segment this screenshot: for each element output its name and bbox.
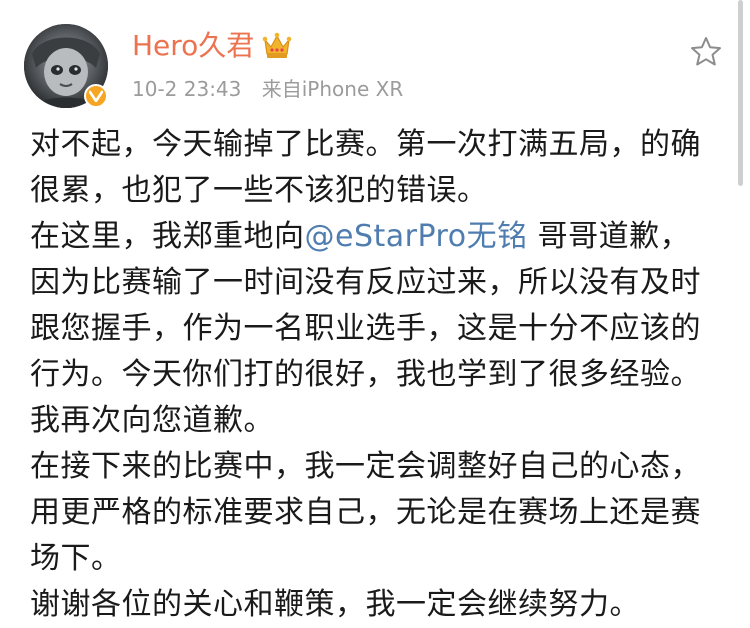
paragraph-2-before: 在这里，我郑重地向: [30, 219, 305, 254]
scrollbar[interactable]: [738, 0, 743, 186]
paragraph-3: 在接下来的比赛中，我一定会调整好自己的心态，用更严格的标准要求自己，无论是在赛场…: [30, 449, 701, 576]
post-time: 10-2 23:43: [132, 77, 242, 101]
post-content: 对不起，今天输掉了比赛。第一次打满五局，的确很累，也犯了一些不该犯的错误。 在这…: [30, 122, 720, 628]
paragraph-4: 谢谢各位的关心和鞭策，我一定会继续努力。: [30, 587, 640, 622]
author-row: Hero久君: [132, 26, 292, 66]
paragraph-2: 在这里，我郑重地向@eStarPro无铭 哥哥道歉，因为比赛输了一时间没有反应过…: [30, 214, 720, 444]
post-meta: 10-2 23:43 来自iPhone XR: [132, 74, 403, 104]
post-source: 来自iPhone XR: [261, 77, 404, 101]
star-outline-icon: [691, 37, 721, 66]
weibo-post: Hero久君 10-2 23:43 来自iPhone XR 对不起，今天输掉了比…: [0, 0, 750, 626]
crown-icon[interactable]: [262, 32, 292, 60]
favorite-button[interactable]: [688, 34, 724, 70]
avatar-container[interactable]: [24, 24, 108, 108]
author-name[interactable]: Hero久君: [132, 26, 254, 66]
paragraph-1: 对不起，今天输掉了比赛。第一次打满五局，的确很累，也犯了一些不该犯的错误。: [30, 127, 701, 208]
mention-link[interactable]: @eStarPro无铭: [305, 219, 528, 254]
verified-badge-icon: [84, 84, 108, 108]
